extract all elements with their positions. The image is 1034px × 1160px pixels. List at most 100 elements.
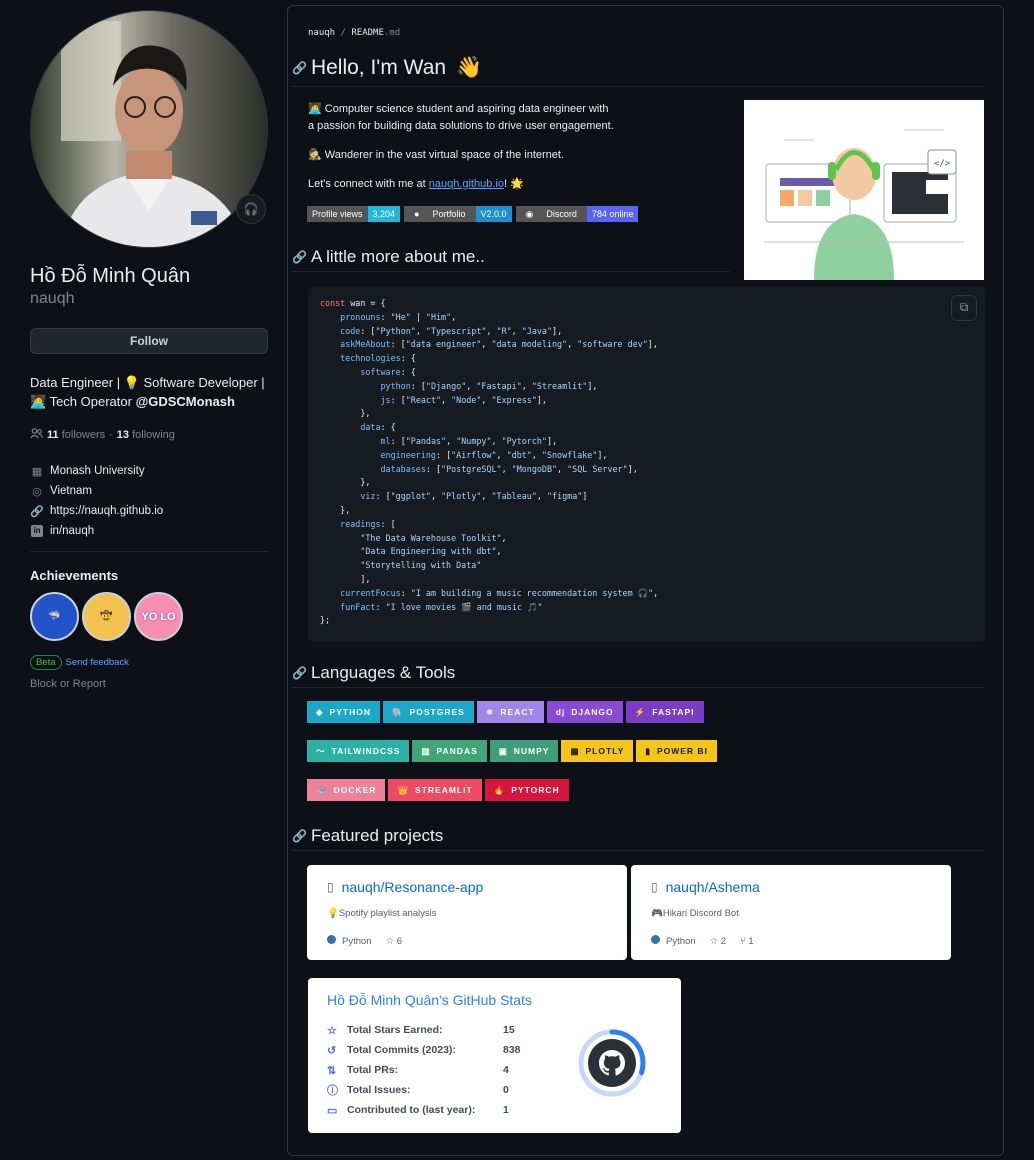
- people-icon: [30, 428, 43, 442]
- linkedin-link[interactable]: in/nauqh: [50, 525, 94, 537]
- repo-icon: ▭: [327, 1104, 338, 1117]
- tool-badge-powerbi[interactable]: ▮ POWER BI: [636, 740, 717, 762]
- send-feedback-link[interactable]: Send feedback: [66, 657, 129, 668]
- shield-portfolio[interactable]: ● Portfolio V2.0.0: [404, 206, 512, 222]
- achievement-badge-yolo[interactable]: YO LO: [134, 592, 183, 641]
- avatar[interactable]: [30, 10, 268, 248]
- tool-badge-react[interactable]: ⚛ REACT: [476, 701, 544, 723]
- achievement-badge-cowboy[interactable]: 🤠: [82, 592, 131, 641]
- pytorch-icon: 🔥: [493, 784, 506, 795]
- follow-counts: 11 followers · 13 following: [30, 428, 268, 442]
- stats-ring: [578, 1029, 646, 1097]
- language-label: Python: [666, 936, 696, 947]
- shield-label: Portfolio: [432, 209, 466, 219]
- numpy-icon: ▣: [498, 745, 508, 756]
- divider: [30, 551, 268, 552]
- github-icon: ●: [414, 209, 420, 219]
- detail-company: ▦ Monash University: [30, 461, 268, 481]
- link-icon: 🔗: [30, 505, 44, 518]
- repo-icon: ▯: [327, 880, 334, 894]
- tool-label: STREAMLIT: [415, 785, 473, 795]
- project-card-ashema[interactable]: ▯ nauqh/Ashema 🎮Hikari Discord Bot Python…: [631, 865, 951, 960]
- tool-badge-python[interactable]: ◆ PYTHON: [307, 701, 380, 723]
- bio-org-link[interactable]: @GDSCMonash: [136, 394, 235, 409]
- tool-badge-plotly[interactable]: ▦ PLOTLY: [561, 740, 634, 762]
- connect-suffix: ! 🌟: [503, 178, 524, 190]
- tool-label: PYTHON: [329, 707, 371, 717]
- shield-discord[interactable]: ◉ Discord 784 online: [515, 206, 639, 222]
- heading-about: 🔗 A little more about me..: [292, 247, 730, 272]
- heading-text: Featured projects: [310, 826, 444, 845]
- crumb-file[interactable]: README: [351, 28, 384, 38]
- profile-username: nauqh: [30, 290, 75, 307]
- tool-label: DJANGO: [571, 707, 614, 717]
- profile-details: ▦ Monash University ◎ Vietnam 🔗 https://nau…: [30, 461, 268, 541]
- website-link[interactable]: https://nauqh.github.io: [50, 505, 163, 517]
- bio-line-2: 🧑‍💻 Tech Operator @GDSCMonash: [30, 392, 268, 411]
- tool-label: POSTGRES: [409, 707, 465, 717]
- stat-value: 0: [503, 1084, 509, 1096]
- tool-badge-tailwindcss[interactable]: 〜 TAILWINDCSS: [307, 740, 410, 762]
- project-stars: ☆ 6: [386, 936, 402, 947]
- react-icon: ⚛: [485, 706, 495, 717]
- shield-label: Discord: [546, 209, 577, 219]
- discord-icon: ◉: [525, 208, 534, 219]
- plotly-icon: ▦: [570, 745, 580, 756]
- follow-button[interactable]: Follow: [30, 328, 268, 354]
- shield-label: Profile views: [307, 206, 368, 222]
- stars-count: 6: [396, 935, 403, 947]
- connect-paragraph: Let's connect with me at nauqh.github.io…: [308, 176, 524, 193]
- tool-label: PLOTLY: [585, 746, 625, 756]
- copy-code-button[interactable]: ⧉: [951, 295, 977, 321]
- followers-label: followers: [61, 429, 106, 441]
- avatar-container: 🎧: [30, 10, 268, 248]
- stat-row-prs: ⇅ Total PRs: 4: [327, 1060, 521, 1080]
- stats-rows: ☆ Total Stars Earned: 15 ↺ Total Commits (2…: [327, 1020, 521, 1120]
- fastapi-icon: ⚡: [634, 706, 647, 717]
- tool-badge-django[interactable]: dj DJANGO: [546, 701, 623, 723]
- stat-value: 1: [503, 1104, 509, 1116]
- bio-role: 🧑‍💻 Tech Operator: [30, 394, 136, 409]
- project-name: nauqh/Resonance-app: [341, 879, 484, 895]
- anchor-link-icon[interactable]: 🔗: [292, 250, 307, 264]
- code-block[interactable]: const wan = { pronouns: "He" | "Him", co…: [308, 287, 985, 642]
- docker-icon: 🐳: [316, 784, 328, 795]
- anchor-link-icon[interactable]: 🔗: [292, 61, 307, 75]
- achievement-badge-shark[interactable]: 🦈: [30, 592, 79, 641]
- language-color-dot: [327, 935, 336, 944]
- shield-badges: Profile views 3,204 ● Portfolio V2.0.0 ◉ Dis…: [307, 206, 639, 222]
- project-language: Python: [327, 935, 372, 947]
- tool-badge-streamlit[interactable]: 👑 STREAMLIT: [388, 779, 482, 801]
- tool-badge-fastapi[interactable]: ⚡ FASTAPI: [625, 701, 704, 723]
- followers-link[interactable]: 11 followers: [47, 429, 105, 441]
- project-card-resonance[interactable]: ▯ nauqh/Resonance-app 💡Spotify playlist a…: [307, 865, 627, 960]
- project-stars: ☆ 2: [710, 936, 726, 947]
- tool-badge-pytorch[interactable]: 🔥 PYTORCH: [484, 779, 569, 801]
- shield-value: V2.0.0: [475, 206, 512, 222]
- stat-row-commits: ↺ Total Commits (2023): 838: [327, 1040, 521, 1060]
- forks-count: 1: [748, 935, 754, 947]
- anchor-link-icon[interactable]: 🔗: [292, 666, 307, 680]
- portfolio-link[interactable]: nauqh.github.io: [429, 178, 504, 190]
- tool-badge-numpy[interactable]: ▣ NUMPY: [489, 740, 559, 762]
- tool-badge-pandas[interactable]: ▥ PANDAS: [412, 740, 487, 762]
- project-title[interactable]: ▯ nauqh/Ashema: [651, 879, 760, 895]
- project-title[interactable]: ▯ nauqh/Resonance-app: [327, 879, 483, 895]
- set-status-button[interactable]: 🎧: [236, 194, 266, 224]
- anchor-link-icon[interactable]: 🔗: [292, 829, 307, 843]
- block-report-link[interactable]: Block or Report: [30, 678, 268, 690]
- crumb-user[interactable]: nauqh: [308, 28, 335, 38]
- tool-badge-docker[interactable]: 🐳 DOCKER: [307, 779, 386, 801]
- postgres-icon: 🐘: [391, 706, 404, 717]
- tool-badge-postgres[interactable]: 🐘 POSTGRES: [382, 701, 474, 723]
- following-link[interactable]: 13 following: [117, 429, 175, 441]
- shield-profile-views[interactable]: Profile views 3,204: [307, 206, 401, 222]
- profile-fullname: Hồ Đỗ Minh Quân: [30, 265, 191, 287]
- linkedin-icon: in: [30, 524, 44, 538]
- separator-dot: ·: [109, 429, 113, 441]
- connect-prefix: Let's connect with me at: [308, 178, 429, 190]
- detail-website: 🔗 https://nauqh.github.io: [30, 501, 268, 521]
- stats-title: Hồ Đỗ Minh Quân's GitHub Stats: [327, 992, 532, 1008]
- location-text: Vietnam: [50, 485, 92, 497]
- following-count: 13: [116, 429, 130, 441]
